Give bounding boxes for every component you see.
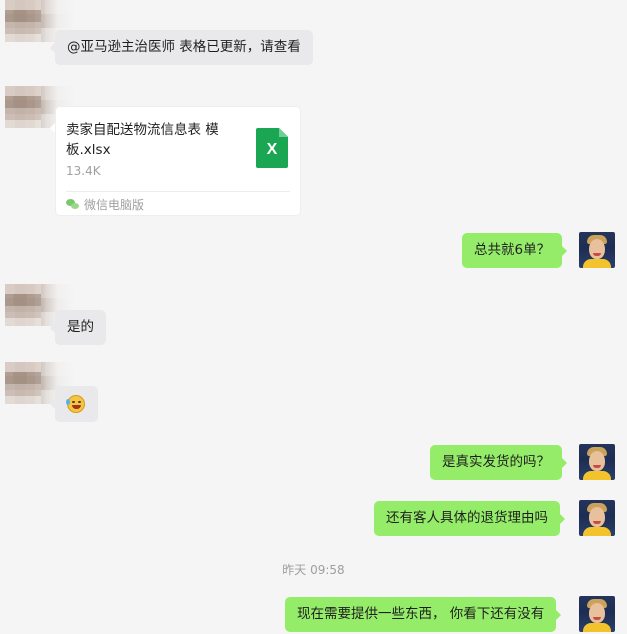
file-name: 卖家自配送物流信息表 模板.xlsx	[66, 122, 219, 158]
message-text: @亚马逊主治医师 表格已更新，请查看	[67, 39, 301, 55]
file-source: 微信电脑版	[66, 197, 144, 213]
file-attachment-card[interactable]: 卖家自配送物流信息表 模板.xlsx 13.4K X 微信电脑版	[50, 106, 301, 216]
laughing-crying-emoji-icon	[66, 395, 85, 413]
my-avatar[interactable]	[579, 500, 615, 536]
chat-message-list: @亚马逊主治医师 表格已更新，请查看 卖家自配送物流信息表 模板.xlsx 13…	[0, 0, 627, 634]
incoming-message[interactable]: @亚马逊主治医师 表格已更新，请查看	[50, 30, 313, 65]
message-text: 还有客人具体的退货理由吗	[386, 510, 548, 526]
file-size: 13.4K	[66, 164, 101, 178]
emoji-message[interactable]	[50, 386, 98, 422]
excel-file-icon: X	[256, 128, 288, 168]
incoming-message[interactable]: 是的	[50, 310, 106, 345]
message-timestamp: 昨天 09:58	[282, 563, 345, 577]
my-avatar[interactable]	[579, 232, 615, 268]
message-text: 总共就6单？	[474, 242, 551, 258]
divider	[66, 191, 290, 192]
my-avatar[interactable]	[579, 444, 615, 480]
my-avatar[interactable]	[579, 596, 615, 632]
message-text: 是真实发货的吗？	[442, 454, 550, 470]
message-text: 是的	[67, 319, 94, 335]
outgoing-message[interactable]: 是真实发货的吗？	[430, 445, 567, 480]
outgoing-message[interactable]: 还有客人具体的退货理由吗	[374, 501, 565, 536]
message-text: 现在需要提供一些东西， 你看下还有没有	[297, 606, 545, 622]
outgoing-message[interactable]: 总共就6单？	[462, 233, 568, 268]
file-source-label: 微信电脑版	[84, 198, 145, 212]
outgoing-message[interactable]: 现在需要提供一些东西， 你看下还有没有	[285, 597, 562, 632]
wechat-icon	[66, 199, 79, 210]
